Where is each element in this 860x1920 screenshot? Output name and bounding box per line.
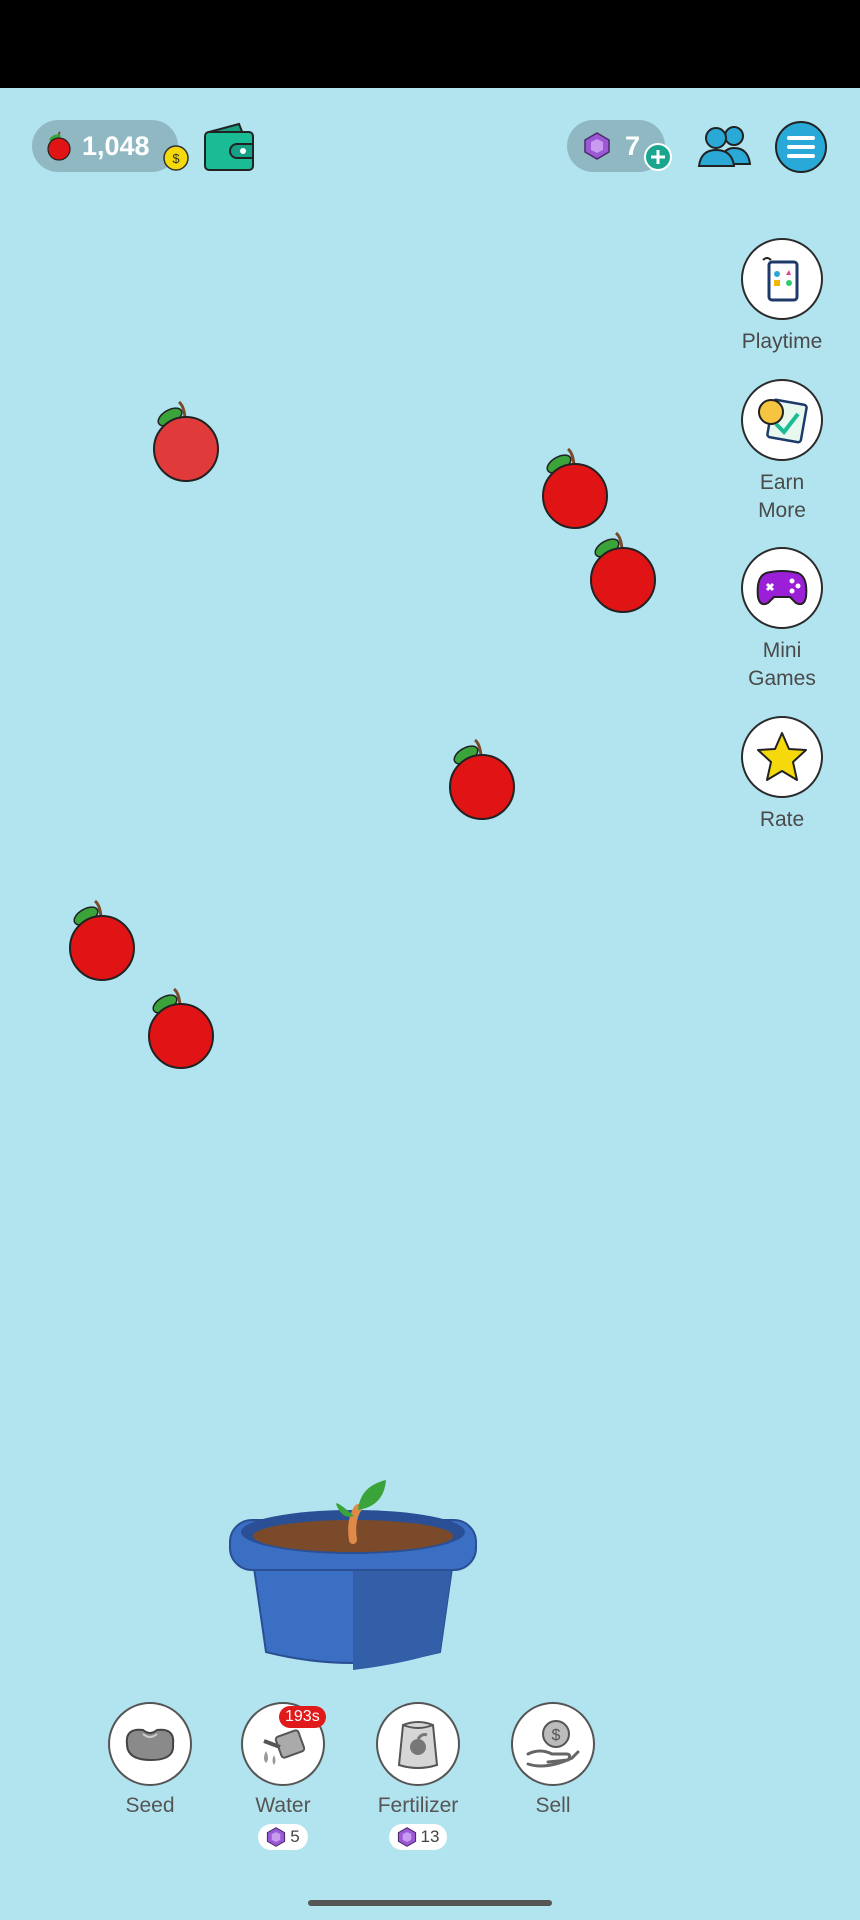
hamburger-menu-icon[interactable] bbox=[774, 120, 828, 174]
sell-action[interactable]: $ Sell bbox=[493, 1702, 613, 1818]
water-button[interactable]: 193s bbox=[241, 1702, 326, 1786]
coin-icon[interactable]: $ bbox=[162, 144, 190, 172]
earn-more-button[interactable] bbox=[741, 379, 823, 461]
falling-apple[interactable] bbox=[145, 983, 215, 1069]
side-button-earn-more[interactable]: Earn More bbox=[730, 379, 834, 525]
water-label: Water bbox=[255, 1794, 311, 1817]
sell-label: Sell bbox=[535, 1794, 571, 1817]
add-gems-icon[interactable] bbox=[643, 142, 673, 172]
mini-games-label: Mini Games bbox=[748, 639, 816, 690]
gem-icon bbox=[267, 1827, 286, 1847]
fertilizer-action[interactable]: Fertilizer 13 bbox=[358, 1702, 478, 1853]
mini-games-button[interactable] bbox=[741, 547, 823, 629]
falling-apple[interactable] bbox=[446, 734, 516, 820]
status-bar bbox=[0, 0, 860, 88]
fertilizer-cost-value: 13 bbox=[420, 1827, 440, 1846]
side-button-playtime[interactable]: Playtime bbox=[730, 238, 834, 356]
gem-icon bbox=[397, 1827, 416, 1847]
falling-apple[interactable] bbox=[587, 527, 657, 613]
fertilizer-cost: 13 bbox=[388, 1824, 448, 1850]
seed-button[interactable] bbox=[108, 1702, 192, 1786]
side-button-mini-games[interactable]: Mini Games bbox=[730, 547, 834, 693]
water-cost-value: 5 bbox=[290, 1827, 300, 1846]
fertilizer-bag-icon bbox=[397, 1721, 439, 1769]
seed-action[interactable]: Seed bbox=[90, 1702, 210, 1818]
task-clipboard-icon bbox=[758, 398, 808, 444]
svg-text:$: $ bbox=[172, 151, 180, 166]
sell-button[interactable]: $ bbox=[511, 1702, 595, 1786]
svg-text:$: $ bbox=[552, 1727, 561, 1744]
seed-icon bbox=[125, 1728, 175, 1762]
falling-apple[interactable] bbox=[66, 895, 136, 981]
apple-count: 1,048 bbox=[82, 130, 150, 161]
fertilizer-button[interactable] bbox=[376, 1702, 460, 1786]
gamepad-icon bbox=[756, 570, 808, 606]
apple-icon bbox=[47, 131, 71, 161]
apple-counter[interactable]: 1,048 bbox=[32, 120, 178, 172]
falling-apple[interactable] bbox=[539, 443, 609, 529]
sell-coin-hand-icon: $ bbox=[526, 1720, 580, 1768]
side-button-rate[interactable]: Rate bbox=[730, 716, 834, 834]
seed-label: Seed bbox=[125, 1794, 175, 1817]
gem-count: 7 bbox=[625, 130, 641, 161]
rate-button[interactable] bbox=[741, 716, 823, 798]
water-timer-badge: 193s bbox=[279, 1706, 326, 1728]
playtime-button[interactable] bbox=[741, 238, 823, 320]
tablet-games-icon bbox=[762, 257, 799, 302]
earn-more-label: Earn More bbox=[758, 471, 806, 522]
gem-icon bbox=[584, 132, 610, 160]
rate-label: Rate bbox=[759, 808, 805, 831]
star-icon bbox=[757, 732, 807, 781]
plant-pot[interactable] bbox=[228, 1460, 478, 1670]
friends-icon[interactable] bbox=[696, 122, 754, 168]
falling-apple[interactable] bbox=[150, 396, 220, 482]
fertilizer-label: Fertilizer bbox=[377, 1794, 459, 1817]
home-indicator[interactable] bbox=[308, 1900, 552, 1906]
water-cost: 5 bbox=[258, 1824, 308, 1850]
water-action[interactable]: 193s Water 5 bbox=[223, 1702, 343, 1853]
wallet-icon[interactable] bbox=[203, 120, 255, 174]
playtime-label: Playtime bbox=[741, 330, 823, 353]
